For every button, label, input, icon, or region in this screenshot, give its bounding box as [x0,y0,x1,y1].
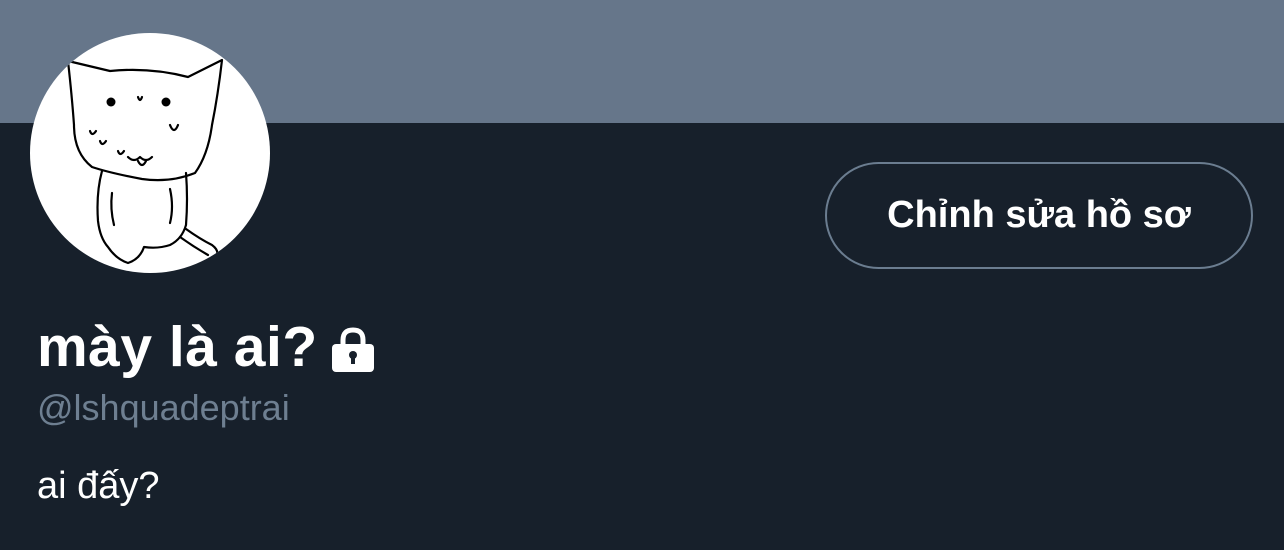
username-handle: @lshquadeptrai [37,387,290,428]
display-name: mày là ai? [37,315,318,379]
avatar[interactable] [30,33,270,273]
edit-profile-button[interactable]: Chỉnh sửa hồ sơ [825,162,1253,269]
lock-icon [328,324,378,374]
display-name-row: mày là ai? [37,312,378,382]
profile-bio: ai đấy? [37,465,160,507]
cat-drawing-icon [66,58,224,265]
